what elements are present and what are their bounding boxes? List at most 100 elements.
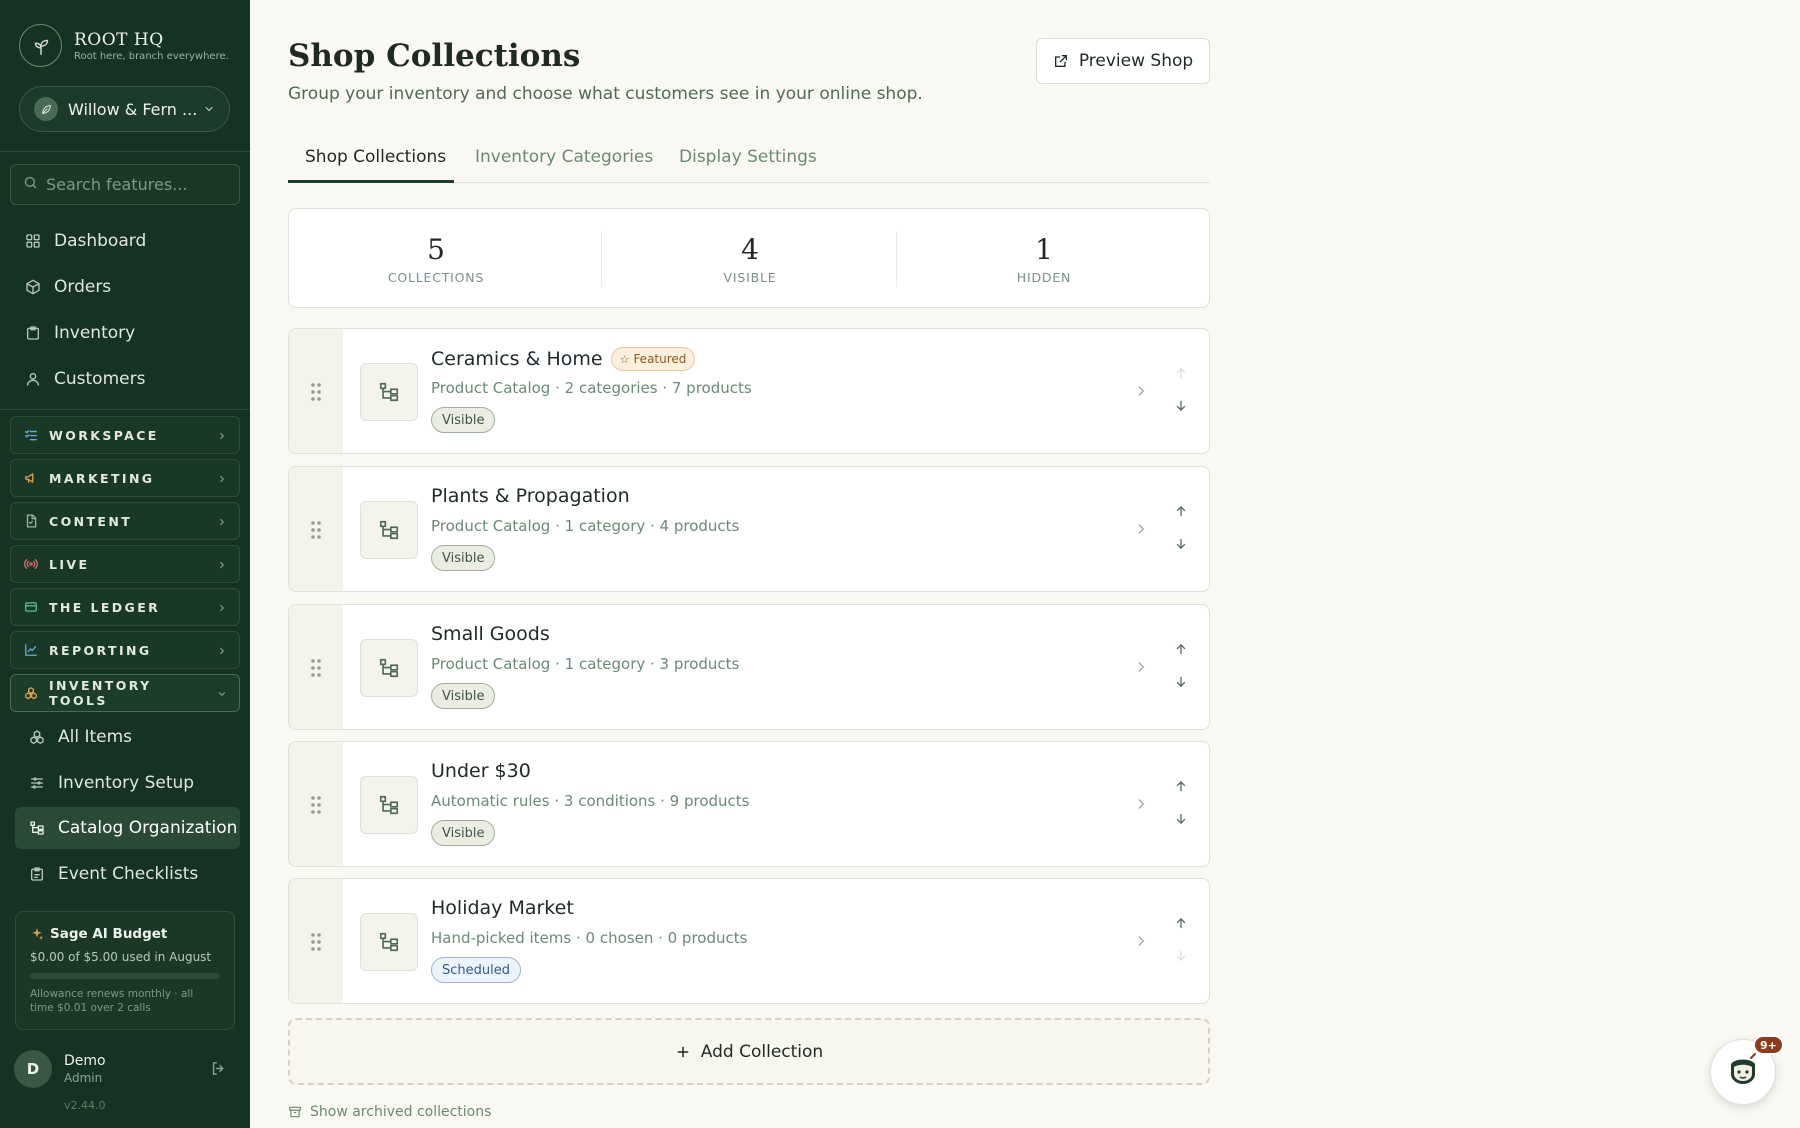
sub-item-all-items[interactable]: All Items bbox=[15, 716, 240, 758]
nav-customers-label: Customers bbox=[54, 369, 146, 389]
user-icon bbox=[24, 370, 42, 388]
megaphone-icon bbox=[23, 470, 39, 486]
stat-hidden-value: 1 bbox=[1035, 233, 1053, 266]
section-ledger-label: THE LEDGER bbox=[49, 599, 161, 615]
nav-orders[interactable]: Orders bbox=[24, 272, 111, 302]
chevron-right-icon bbox=[217, 598, 227, 617]
divider bbox=[601, 231, 602, 287]
sub-item-all-items-label: All Items bbox=[58, 727, 133, 747]
collection-meta: Product Catalog · 1 category · 4 product… bbox=[431, 517, 740, 535]
move-up-icon[interactable] bbox=[1174, 641, 1188, 660]
nav-inventory[interactable]: Inventory bbox=[24, 318, 135, 348]
collection-row[interactable]: Small Goods Product Catalog · 1 category… bbox=[288, 604, 1210, 730]
chevron-right-icon[interactable] bbox=[1134, 932, 1148, 954]
move-up-icon[interactable] bbox=[1174, 915, 1188, 934]
preview-shop-label: Preview Shop bbox=[1078, 51, 1194, 71]
tenant-name: Willow & Fern ... bbox=[68, 99, 198, 119]
chevron-right-icon[interactable] bbox=[1134, 658, 1148, 680]
collection-tree-icon bbox=[360, 639, 418, 697]
status-badge: Visible bbox=[431, 407, 496, 433]
collection-tree-icon bbox=[360, 363, 418, 421]
tab-display-settings[interactable]: Display Settings bbox=[679, 147, 817, 167]
move-down-icon[interactable] bbox=[1174, 811, 1188, 830]
divider bbox=[0, 151, 250, 152]
chevron-down-icon bbox=[217, 684, 227, 703]
featured-badge: ☆ Featured bbox=[610, 347, 696, 371]
section-workspace[interactable]: WORKSPACE bbox=[10, 416, 240, 454]
boxes-icon bbox=[28, 728, 46, 746]
ledger-icon bbox=[23, 599, 39, 615]
sub-item-inventory-setup-label: Inventory Setup bbox=[58, 773, 195, 793]
chevron-right-icon[interactable] bbox=[1134, 520, 1148, 542]
section-ledger[interactable]: THE LEDGER bbox=[10, 588, 240, 626]
drag-handle-icon[interactable] bbox=[289, 605, 343, 729]
logout-icon[interactable] bbox=[210, 1060, 227, 1081]
tab-shop-collections[interactable]: Shop Collections bbox=[305, 147, 446, 167]
collection-meta: Product Catalog · 2 categories · 7 produ… bbox=[431, 379, 752, 397]
budget-title: Sage AI Budget bbox=[50, 926, 168, 942]
move-up-icon[interactable] bbox=[1174, 778, 1188, 797]
drag-handle-icon[interactable] bbox=[289, 329, 343, 453]
drag-handle-icon[interactable] bbox=[289, 742, 343, 866]
stat-collections-value: 5 bbox=[427, 233, 445, 266]
tenant-switcher[interactable]: Willow & Fern ... bbox=[19, 86, 230, 132]
chevron-right-icon[interactable] bbox=[1134, 382, 1148, 404]
nav-dashboard[interactable]: Dashboard bbox=[24, 226, 146, 256]
collection-tree-icon bbox=[360, 913, 418, 971]
active-tab-indicator bbox=[288, 180, 454, 183]
show-archived-label: Show archived collections bbox=[310, 1104, 492, 1120]
plus-icon bbox=[675, 1044, 691, 1060]
app-version: v2.44.0 bbox=[64, 1099, 106, 1112]
sub-item-event-checklists[interactable]: Event Checklists bbox=[15, 853, 240, 895]
collection-name: Small Goods bbox=[431, 623, 550, 645]
page-subtitle: Group your inventory and choose what cus… bbox=[288, 84, 923, 104]
ai-budget-card: Sage AI Budget $0.00 of $5.00 used in Au… bbox=[15, 911, 235, 1030]
collection-row[interactable]: Holiday Market Hand-picked items · 0 cho… bbox=[288, 878, 1210, 1004]
section-content[interactable]: CONTENT bbox=[10, 502, 240, 540]
nav-dashboard-label: Dashboard bbox=[54, 231, 147, 251]
move-down-icon[interactable] bbox=[1174, 674, 1188, 693]
stats-summary: 5 COLLECTIONS 4 VISIBLE 1 HIDDEN bbox=[288, 208, 1210, 308]
sub-item-catalog-organization-label: Catalog Organization bbox=[58, 818, 238, 838]
line-chart-icon bbox=[23, 642, 39, 658]
move-down-icon[interactable] bbox=[1174, 398, 1188, 417]
drag-handle-icon[interactable] bbox=[289, 879, 343, 1003]
section-marketing[interactable]: MARKETING bbox=[10, 459, 240, 497]
brand[interactable]: ROOT HQ Root here, branch everywhere. bbox=[19, 24, 229, 67]
section-reporting[interactable]: REPORTING bbox=[10, 631, 240, 669]
search-input[interactable] bbox=[46, 175, 226, 194]
nav-customers[interactable]: Customers bbox=[24, 364, 145, 394]
sprout-logo-icon bbox=[19, 24, 62, 67]
move-up-icon[interactable] bbox=[1174, 503, 1188, 522]
collection-row[interactable]: Plants & Propagation Product Catalog · 1… bbox=[288, 466, 1210, 592]
chevron-right-icon[interactable] bbox=[1134, 795, 1148, 817]
drag-handle-icon[interactable] bbox=[289, 467, 343, 591]
sub-item-catalog-organization[interactable]: Catalog Organization bbox=[15, 807, 240, 849]
chevron-right-icon bbox=[217, 555, 227, 574]
user-name: Demo bbox=[64, 1053, 106, 1069]
collection-row[interactable]: Under $30 Automatic rules · 3 conditions… bbox=[288, 741, 1210, 867]
status-badge: Visible bbox=[431, 820, 496, 846]
sub-item-inventory-setup[interactable]: Inventory Setup bbox=[15, 762, 240, 804]
collection-name-text: Ceramics & Home bbox=[431, 348, 603, 370]
sparkle-icon bbox=[30, 927, 44, 941]
section-content-label: CONTENT bbox=[49, 513, 133, 529]
clipboard-icon bbox=[24, 324, 42, 342]
sub-item-event-checklists-label: Event Checklists bbox=[58, 864, 199, 884]
preview-shop-button[interactable]: Preview Shop bbox=[1036, 38, 1210, 84]
user-role: Admin bbox=[64, 1071, 103, 1085]
nav-inventory-label: Inventory bbox=[54, 323, 136, 343]
section-live[interactable]: LIVE bbox=[10, 545, 240, 583]
tab-inventory-categories[interactable]: Inventory Categories bbox=[475, 147, 653, 167]
add-collection-button[interactable]: Add Collection bbox=[288, 1018, 1210, 1085]
section-workspace-label: WORKSPACE bbox=[49, 427, 159, 443]
section-inventory-tools[interactable]: INVENTORY TOOLS bbox=[10, 674, 240, 712]
search-box[interactable] bbox=[10, 164, 240, 205]
stat-hidden: 1 HIDDEN bbox=[897, 233, 1191, 285]
user-profile[interactable]: D Demo Admin bbox=[14, 1050, 106, 1088]
sliders-icon bbox=[28, 774, 46, 792]
collection-row[interactable]: Ceramics & Home ☆ Featured Product Catalo… bbox=[288, 328, 1210, 454]
show-archived-link[interactable]: Show archived collections bbox=[288, 1104, 491, 1120]
boxes-icon bbox=[23, 685, 39, 701]
move-down-icon[interactable] bbox=[1174, 536, 1188, 555]
